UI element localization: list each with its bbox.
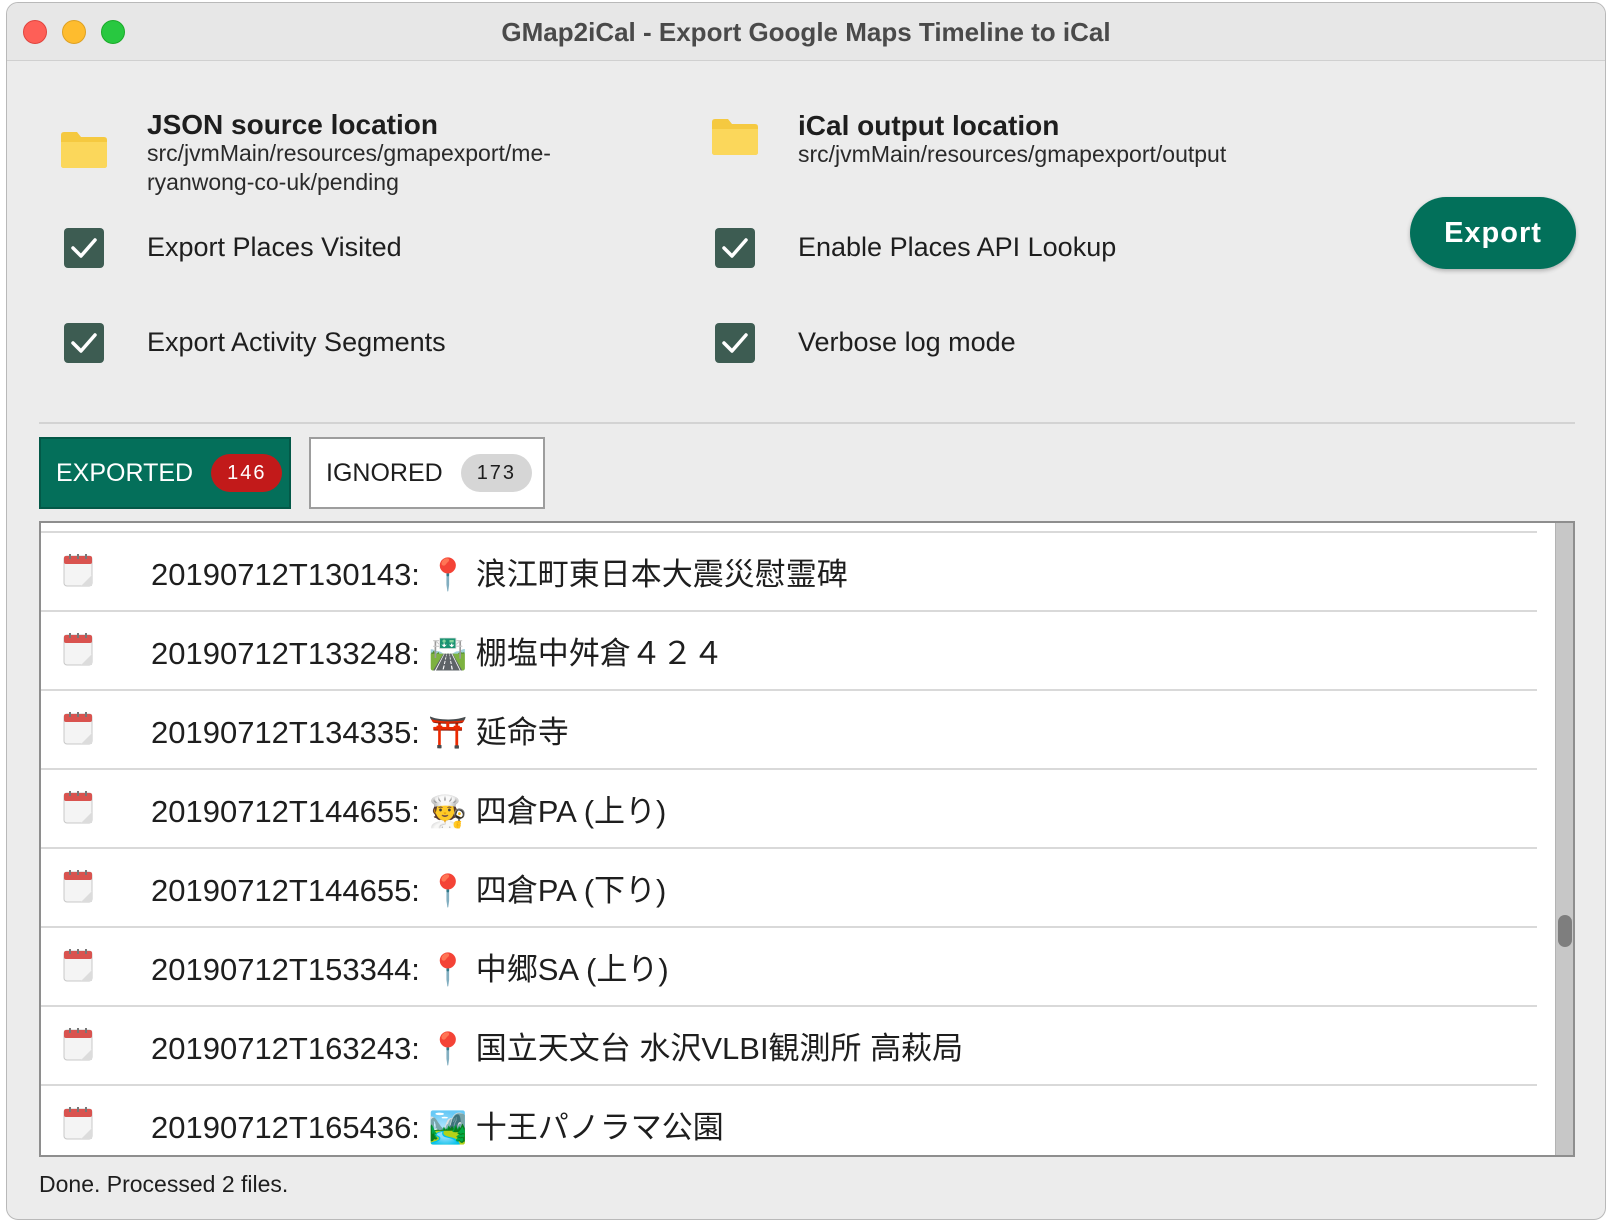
export-activity-checkbox[interactable] bbox=[64, 323, 104, 363]
section-divider bbox=[39, 422, 1575, 424]
list-item-text: 20190712T165436: 🏞️ 十王パノラマ公園 bbox=[151, 1110, 724, 1145]
enable-places-api-checkbox[interactable] bbox=[715, 228, 755, 268]
output-location-path: src/jvmMain/resources/gmapexport/output bbox=[798, 141, 1227, 167]
title-bar: GMap2iCal - Export Google Maps Timeline … bbox=[7, 3, 1605, 61]
export-places-label[interactable]: Export Places Visited bbox=[147, 232, 402, 263]
list-item[interactable]: 20190712T165436: 🏞️ 十王パノラマ公園 bbox=[41, 1084, 1537, 1155]
checkmark-icon bbox=[722, 333, 748, 353]
source-path-line-2: ryanwong-co-uk/pending bbox=[147, 169, 399, 195]
list-item-text: 20190712T133248: 🛣️ 棚塩中舛倉４２４ bbox=[151, 636, 724, 671]
tab-ignored-count-badge: 173 bbox=[460, 454, 533, 492]
scrollbar-thumb[interactable] bbox=[1558, 915, 1572, 947]
source-location-title: JSON source location bbox=[147, 109, 438, 140]
list-scrollbar[interactable] bbox=[1555, 523, 1573, 1155]
list-item[interactable]: 20190712T133248: 🛣️ 棚塩中舛倉４２４ bbox=[41, 610, 1537, 689]
checkmark-icon bbox=[71, 333, 97, 353]
calendar-icon bbox=[63, 790, 93, 829]
calendar-icon bbox=[63, 632, 93, 671]
checkmark-icon bbox=[71, 238, 97, 258]
tab-ignored-label: IGNORED bbox=[326, 458, 443, 487]
list-item[interactable]: 20190712T163243: 📍 国立天文台 水沢VLBI観測所 高萩局 bbox=[41, 1005, 1537, 1084]
status-text: Done. Processed 2 files. bbox=[39, 1171, 289, 1197]
tab-exported-count-badge: 146 bbox=[211, 454, 283, 492]
enable-places-api-label[interactable]: Enable Places API Lookup bbox=[798, 232, 1116, 263]
output-location-title: iCal output location bbox=[798, 110, 1060, 141]
source-folder-icon[interactable] bbox=[59, 129, 109, 174]
list-item-text: 20190712T144655: 📍 四倉PA (下り) bbox=[151, 873, 667, 908]
list-item-text: 20190712T163243: 📍 国立天文台 水沢VLBI観測所 高萩局 bbox=[151, 1031, 964, 1066]
list-content: 20190712T130143: 📍 浪江町東日本大震災慰霊碑 20190712… bbox=[41, 531, 1537, 1155]
calendar-icon bbox=[63, 1027, 93, 1066]
list-item-text: 20190712T130143: 📍 浪江町東日本大震災慰霊碑 bbox=[151, 557, 848, 592]
calendar-icon bbox=[63, 948, 93, 987]
tab-exported-label: EXPORTED bbox=[56, 458, 194, 487]
calendar-icon bbox=[63, 553, 93, 592]
export-places-checkbox[interactable] bbox=[64, 228, 104, 268]
list-item-text: 20190712T144655: 🧑‍🍳 四倉PA (上り) bbox=[151, 794, 667, 829]
list-item-text: 20190712T153344: 📍 中郷SA (上り) bbox=[151, 952, 669, 987]
calendar-icon bbox=[63, 711, 93, 750]
exported-events-list[interactable]: 20190712T130143: 📍 浪江町東日本大震災慰霊碑 20190712… bbox=[39, 521, 1575, 1157]
source-location-path: src/jvmMain/resources/gmapexport/me- rya… bbox=[147, 139, 551, 197]
list-item[interactable]: 20190712T153344: 📍 中郷SA (上り) bbox=[41, 926, 1537, 1005]
verbose-log-label[interactable]: Verbose log mode bbox=[798, 327, 1016, 358]
window-title: GMap2iCal - Export Google Maps Timeline … bbox=[501, 17, 1111, 47]
app-window: GMap2iCal - Export Google Maps Timeline … bbox=[6, 2, 1606, 1220]
export-activity-label[interactable]: Export Activity Segments bbox=[147, 327, 446, 358]
calendar-icon bbox=[63, 1106, 93, 1145]
tab-exported[interactable]: EXPORTED 146 bbox=[39, 437, 291, 509]
export-button[interactable]: Export bbox=[1410, 197, 1576, 269]
verbose-log-checkbox[interactable] bbox=[715, 323, 755, 363]
list-item-text: 20190712T134335: ⛩️ 延命寺 bbox=[151, 715, 569, 750]
list-item[interactable]: 20190712T144655: 🧑‍🍳 四倉PA (上り) bbox=[41, 768, 1537, 847]
list-item[interactable]: 20190712T130143: 📍 浪江町東日本大震災慰霊碑 bbox=[41, 531, 1537, 610]
calendar-icon bbox=[63, 869, 93, 908]
list-item[interactable]: 20190712T134335: ⛩️ 延命寺 bbox=[41, 689, 1537, 768]
checkmark-icon bbox=[722, 238, 748, 258]
tab-ignored[interactable]: IGNORED 173 bbox=[309, 437, 545, 509]
output-folder-icon[interactable] bbox=[710, 116, 760, 161]
source-path-line-1: src/jvmMain/resources/gmapexport/me- bbox=[147, 140, 551, 166]
list-item[interactable]: 20190712T144655: 📍 四倉PA (下り) bbox=[41, 847, 1537, 926]
